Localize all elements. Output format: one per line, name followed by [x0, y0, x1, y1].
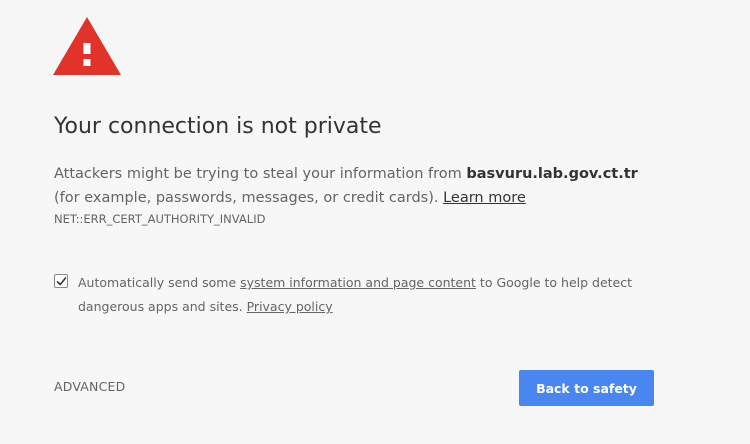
report-prefix: Automatically send some [78, 275, 241, 290]
checkmark-icon [56, 277, 67, 286]
warning-triangle-icon [53, 17, 121, 75]
system-info-link[interactable]: system information and page content [240, 275, 476, 290]
report-line2: dangerous apps and sites. [78, 299, 247, 314]
domain-name: basvuru.lab.gov.ct.tr [466, 166, 638, 182]
advanced-button[interactable]: ADVANCED [54, 379, 125, 394]
explanation-text: Attackers might be trying to steal your … [54, 162, 638, 210]
report-checkbox[interactable] [54, 274, 68, 288]
learn-more-link[interactable]: Learn more [443, 190, 526, 206]
back-to-safety-button[interactable]: Back to safety [519, 370, 654, 406]
explanation-line2: (for example, passwords, messages, or cr… [54, 190, 444, 206]
interstitial-page: Your connection is not private Attackers… [0, 0, 750, 444]
privacy-policy-link[interactable]: Privacy policy [247, 299, 333, 314]
error-code: NET::ERR_CERT_AUTHORITY_INVALID [54, 212, 266, 226]
page-title: Your connection is not private [54, 114, 382, 139]
explanation-line1: Attackers might be trying to steal your … [54, 166, 467, 182]
report-suffix: to Google to help detect [475, 275, 633, 290]
report-text: Automatically send some system informati… [78, 271, 632, 319]
